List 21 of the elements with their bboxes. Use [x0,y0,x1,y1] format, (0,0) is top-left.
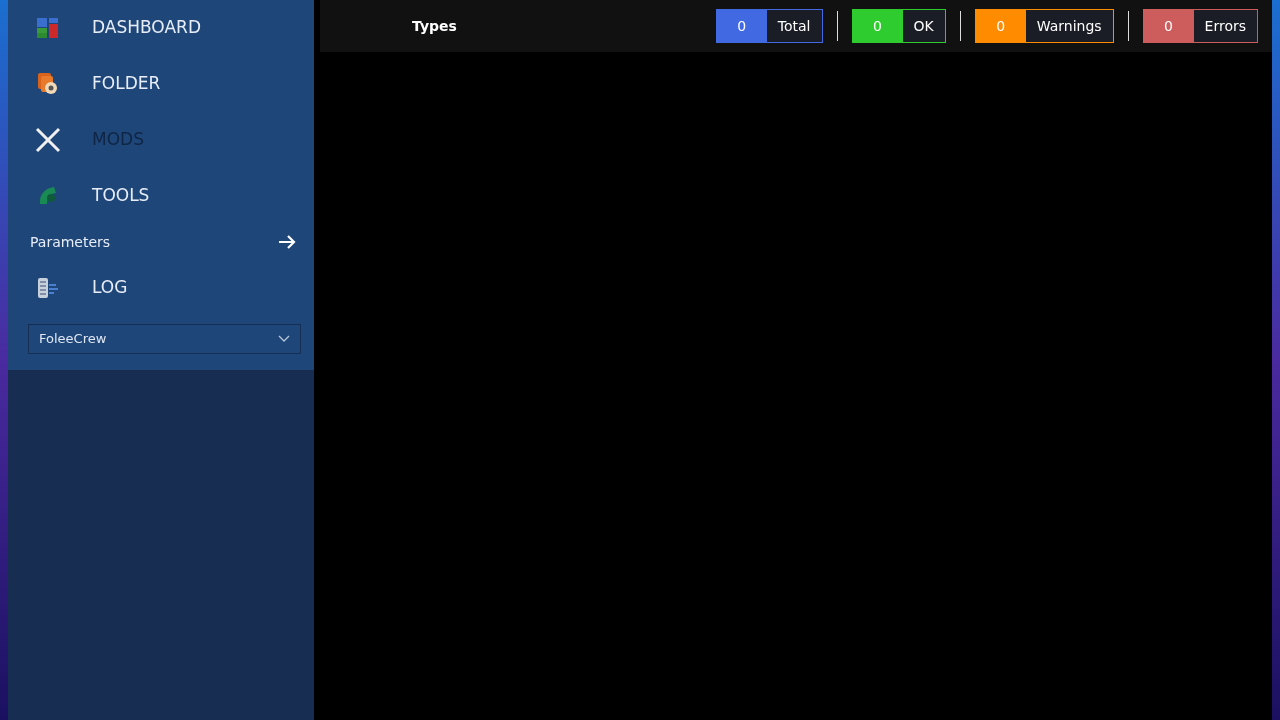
nav-item[interactable]: DASHBOARD [92,15,201,41]
nav-item[interactable]: LOG [92,275,128,301]
nav-item[interactable]: FOLDER [92,71,161,97]
nav-item[interactable]: TOOLS [92,183,150,209]
toolbar-title: Types [412,16,457,36]
counter-value: 0 [1143,10,1194,42]
dropdown[interactable]: FoleeCrew [28,324,301,354]
chevron-icon [278,335,290,343]
cross-icon [35,127,61,153]
counter-label: Warnings [1025,10,1113,42]
log-icon [36,276,60,300]
folder-icon [36,72,60,96]
arrow-icon[interactable] [278,234,296,250]
counter-value: 0 [975,10,1026,42]
counter-label: OK [902,10,945,42]
counter-value: 0 [716,10,767,42]
section-label: Parameters [30,232,111,252]
counter-value: 0 [852,10,903,42]
dashboard-icon [36,16,60,40]
counter-label: Errors [1193,10,1257,42]
counter-label: Total [766,10,822,42]
